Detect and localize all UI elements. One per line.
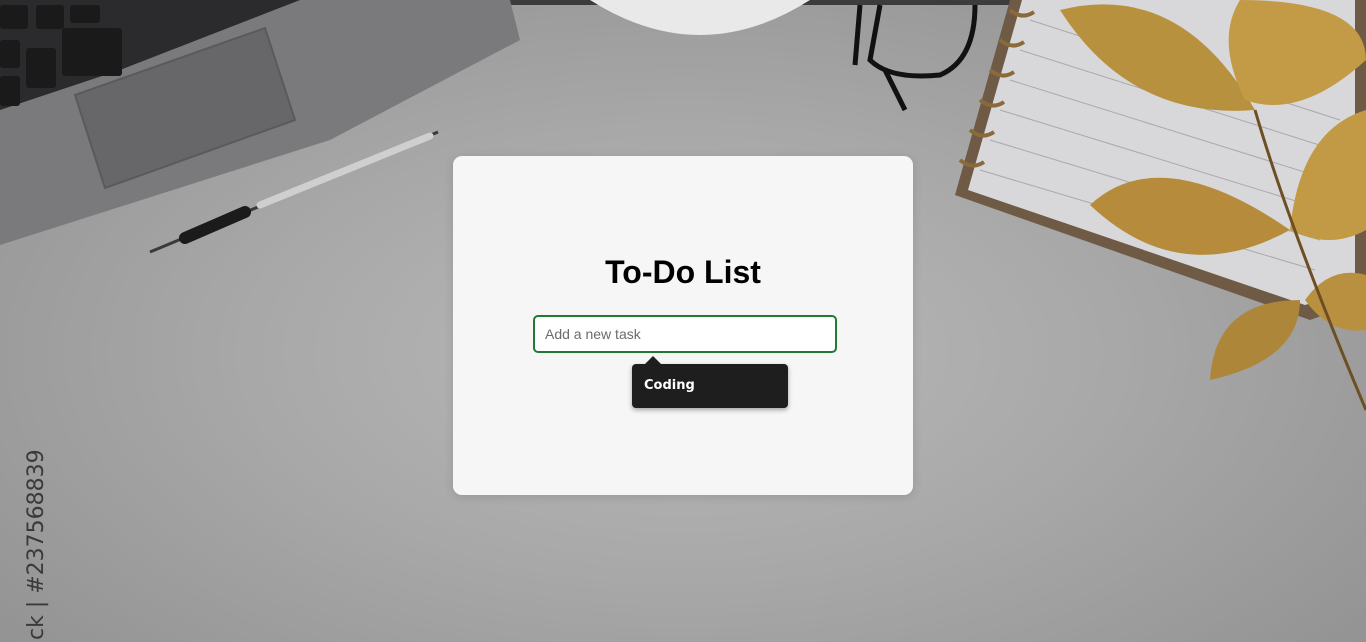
new-task-input[interactable] [533, 315, 837, 353]
page-title: To-Do List [605, 254, 761, 290]
page-background: ck | #237568839 To-Do List Coding [0, 0, 1366, 642]
todo-card: To-Do List Coding [453, 156, 913, 495]
cup-icon [590, 0, 810, 35]
suggestion-text: Coding [644, 378, 695, 393]
leaves-icon [1060, 0, 1366, 411]
glasses-icon [852, 4, 978, 112]
suggestion-pointer [645, 356, 661, 364]
stock-watermark-id: ck | #237568839 [24, 449, 49, 640]
autocomplete-suggestion[interactable]: Coding [632, 356, 788, 408]
